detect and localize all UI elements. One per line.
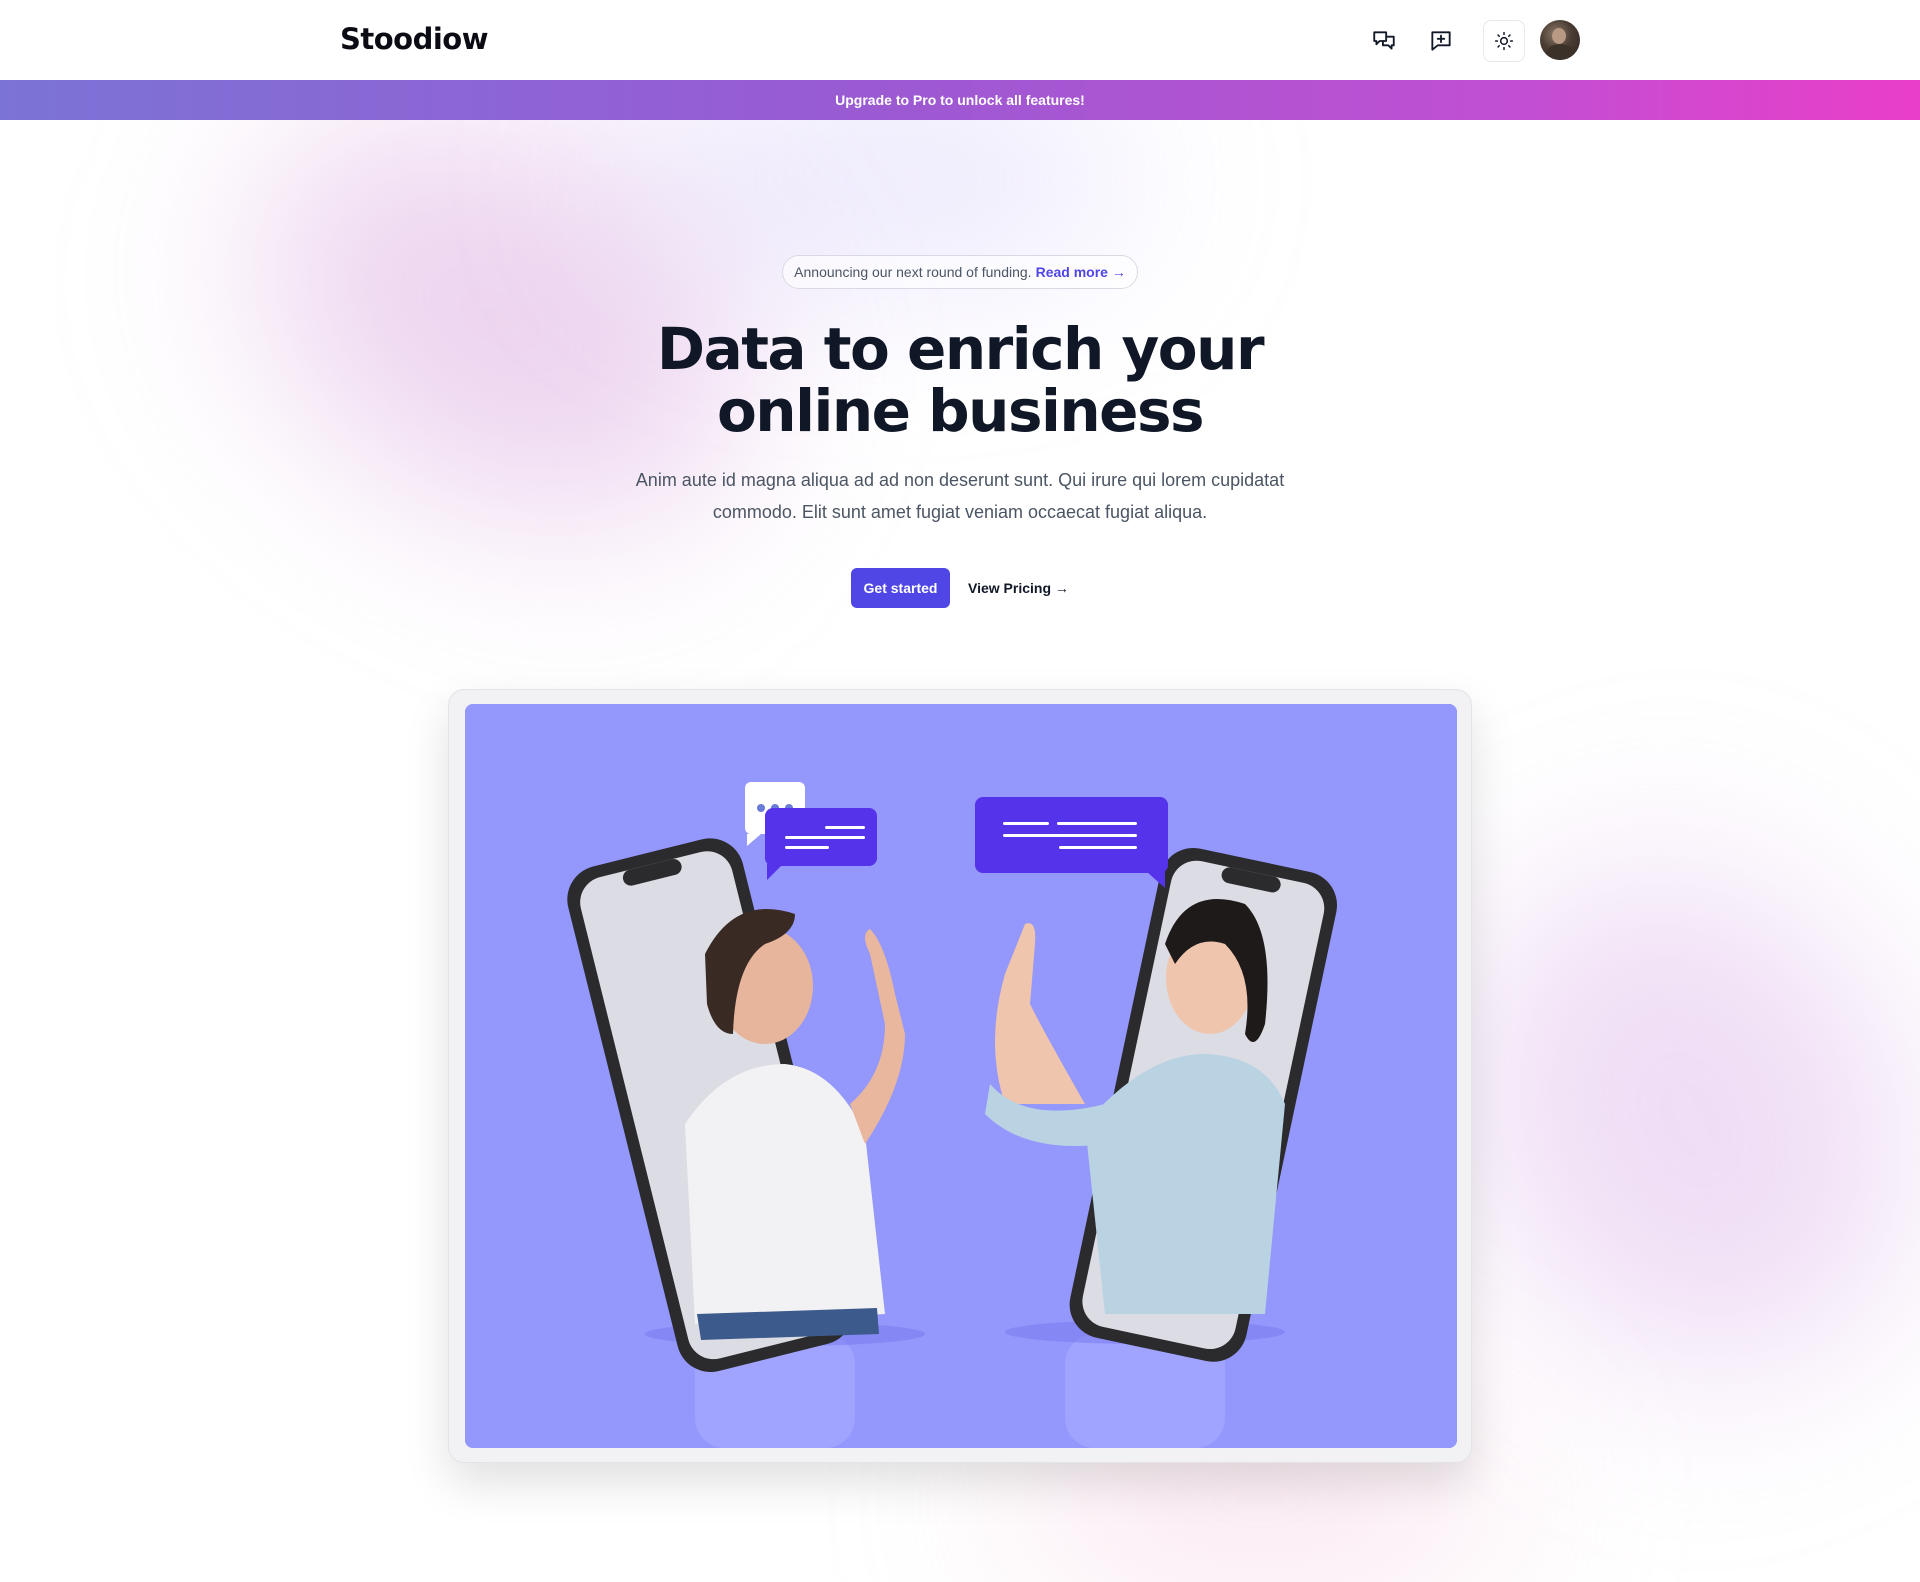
sun-icon[interactable] [1483,20,1525,62]
avatar-face [1552,28,1566,44]
hero-image-frame [448,689,1472,1463]
view-pricing-link[interactable]: View Pricing → [968,568,1069,608]
upgrade-banner-text: Upgrade to Pro to unlock all features! [835,92,1085,108]
top-navbar: Stoodiow [0,0,1920,80]
upgrade-banner[interactable]: Upgrade to Pro to unlock all features! [0,80,1920,120]
headline-line-2: online business [716,377,1205,445]
message-plus-icon[interactable] [1420,20,1462,62]
announcement-pill: Announcing our next round of funding. Re… [782,255,1138,289]
announcement-text: Announcing our next round of funding. [794,264,1032,280]
avatar-body [1546,44,1574,60]
hero-subtext: Anim aute id magna aliqua ad ad non dese… [635,470,1285,522]
read-more-link[interactable]: Read more → [1036,264,1126,280]
get-started-button[interactable]: Get started [851,568,950,608]
user-avatar[interactable] [1540,20,1580,60]
brand-logo[interactable]: Stoodiow [340,22,489,56]
hero-headline: Data to enrich your online business [560,318,1360,442]
headline-line-1: Data to enrich your [656,315,1265,383]
chat-bubbles-icon[interactable] [1363,20,1405,62]
hero-illustration [465,704,1457,1448]
